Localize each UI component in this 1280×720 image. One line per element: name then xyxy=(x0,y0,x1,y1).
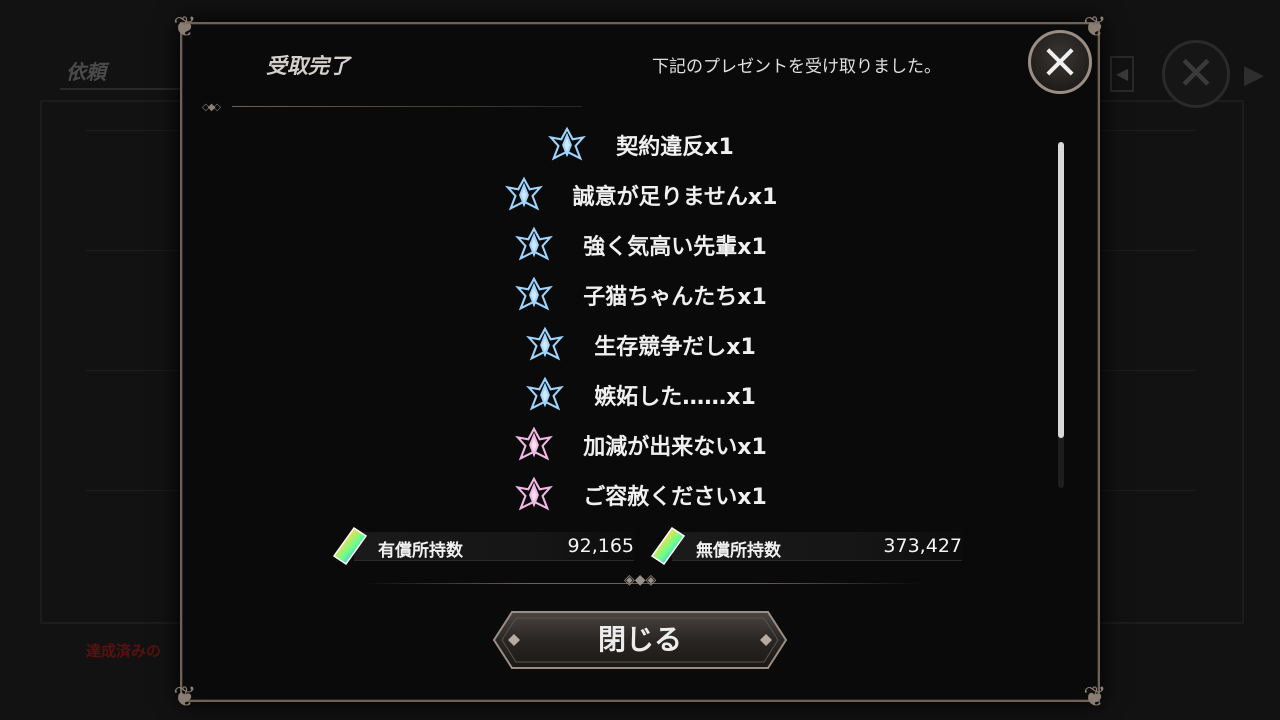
pink-gem-icon xyxy=(515,476,554,511)
paid-holding-value: 92,165 xyxy=(567,535,634,557)
blue-gem-icon xyxy=(515,276,554,311)
pink-gem-icon xyxy=(515,426,554,461)
reward-item: ご容赦くださいx1 xyxy=(182,470,1100,520)
close-button-label: 閉じる xyxy=(597,623,682,656)
reward-item-label: 加減が出来ないx1 xyxy=(583,435,767,460)
paid-holding: 有償所持数 92,165 xyxy=(332,526,634,566)
reward-item: 生存競争だしx1 xyxy=(182,320,1100,370)
header-divider: ◇◆◇ xyxy=(192,102,582,113)
reward-item-label: 嫉妬した……x1 xyxy=(594,385,756,410)
blue-gem-icon xyxy=(504,176,543,211)
paid-holding-label: 有償所持数 xyxy=(378,541,463,561)
dialog-title: 受取完了 xyxy=(266,54,350,78)
footer-divider: ◈◆◈ xyxy=(362,572,922,592)
background-close-icon: ✕ xyxy=(1162,40,1230,108)
scrollbar-thumb[interactable] xyxy=(1058,142,1064,438)
close-button[interactable]: 閉じる xyxy=(492,610,788,670)
ornament-corner-icon: ❦ xyxy=(173,680,197,713)
free-holding-label: 無償所持数 xyxy=(696,541,781,561)
reward-item: 契約違反x1 xyxy=(182,120,1100,170)
blue-gem-icon xyxy=(526,326,565,361)
ornament-corner-icon: ❦ xyxy=(173,10,197,43)
reward-item-label: 生存競争だしx1 xyxy=(594,335,756,360)
close-x-button[interactable]: × xyxy=(1028,30,1092,94)
currency-holdings: 有償所持数 92,165 無償所持数 373,427 xyxy=(332,526,972,566)
reward-item: 加減が出来ないx1 xyxy=(182,420,1100,470)
reward-item: 強く気高い先輩x1 xyxy=(182,220,1100,270)
dialog-subtitle: 下記のプレゼントを受け取りました。 xyxy=(652,57,941,77)
reward-item: 子猫ちゃんたちx1 xyxy=(182,270,1100,320)
background-title-underline xyxy=(60,88,180,90)
free-holding-value: 373,427 xyxy=(883,535,962,557)
reward-item: 誠意が足りませんx1 xyxy=(182,170,1100,220)
rainbow-crystal-icon xyxy=(650,526,686,566)
background-footer-notice: 達成済みの xyxy=(86,642,162,660)
reward-item: 嫉妬した……x1 xyxy=(182,370,1100,420)
rainbow-crystal-icon xyxy=(332,526,368,566)
blue-gem-icon xyxy=(526,376,565,411)
reward-item-label: 子猫ちゃんたちx1 xyxy=(583,285,767,310)
blue-gem-icon xyxy=(515,226,554,261)
reward-item-label: 強く気高い先輩x1 xyxy=(583,235,767,260)
background-next-arrow: ▶ xyxy=(1244,60,1264,90)
reward-item-label: 契約違反x1 xyxy=(616,135,734,160)
close-x-icon: × xyxy=(1039,33,1081,89)
ornament-corner-icon: ❦ xyxy=(1083,680,1107,713)
background-prev-arrow: ◀ xyxy=(1110,56,1134,92)
reward-list[interactable]: 契約違反x1 誠意が足りませんx1 強く気高い先輩x1 子猫ちゃんたちx1 生存… xyxy=(182,120,1100,520)
reward-item-label: 誠意が足りませんx1 xyxy=(572,185,778,210)
reward-item-label: ご容赦くださいx1 xyxy=(583,485,767,510)
background-title: 依頼 xyxy=(66,60,106,84)
free-holding: 無償所持数 373,427 xyxy=(650,526,962,566)
blue-gem-icon xyxy=(548,126,587,161)
reward-received-dialog: ❦ ❦ ❦ ❦ 受取完了 下記のプレゼントを受け取りました。 ◇◆◇ × 契約違… xyxy=(173,10,1106,713)
reward-list-scrollbar[interactable] xyxy=(1058,142,1064,488)
